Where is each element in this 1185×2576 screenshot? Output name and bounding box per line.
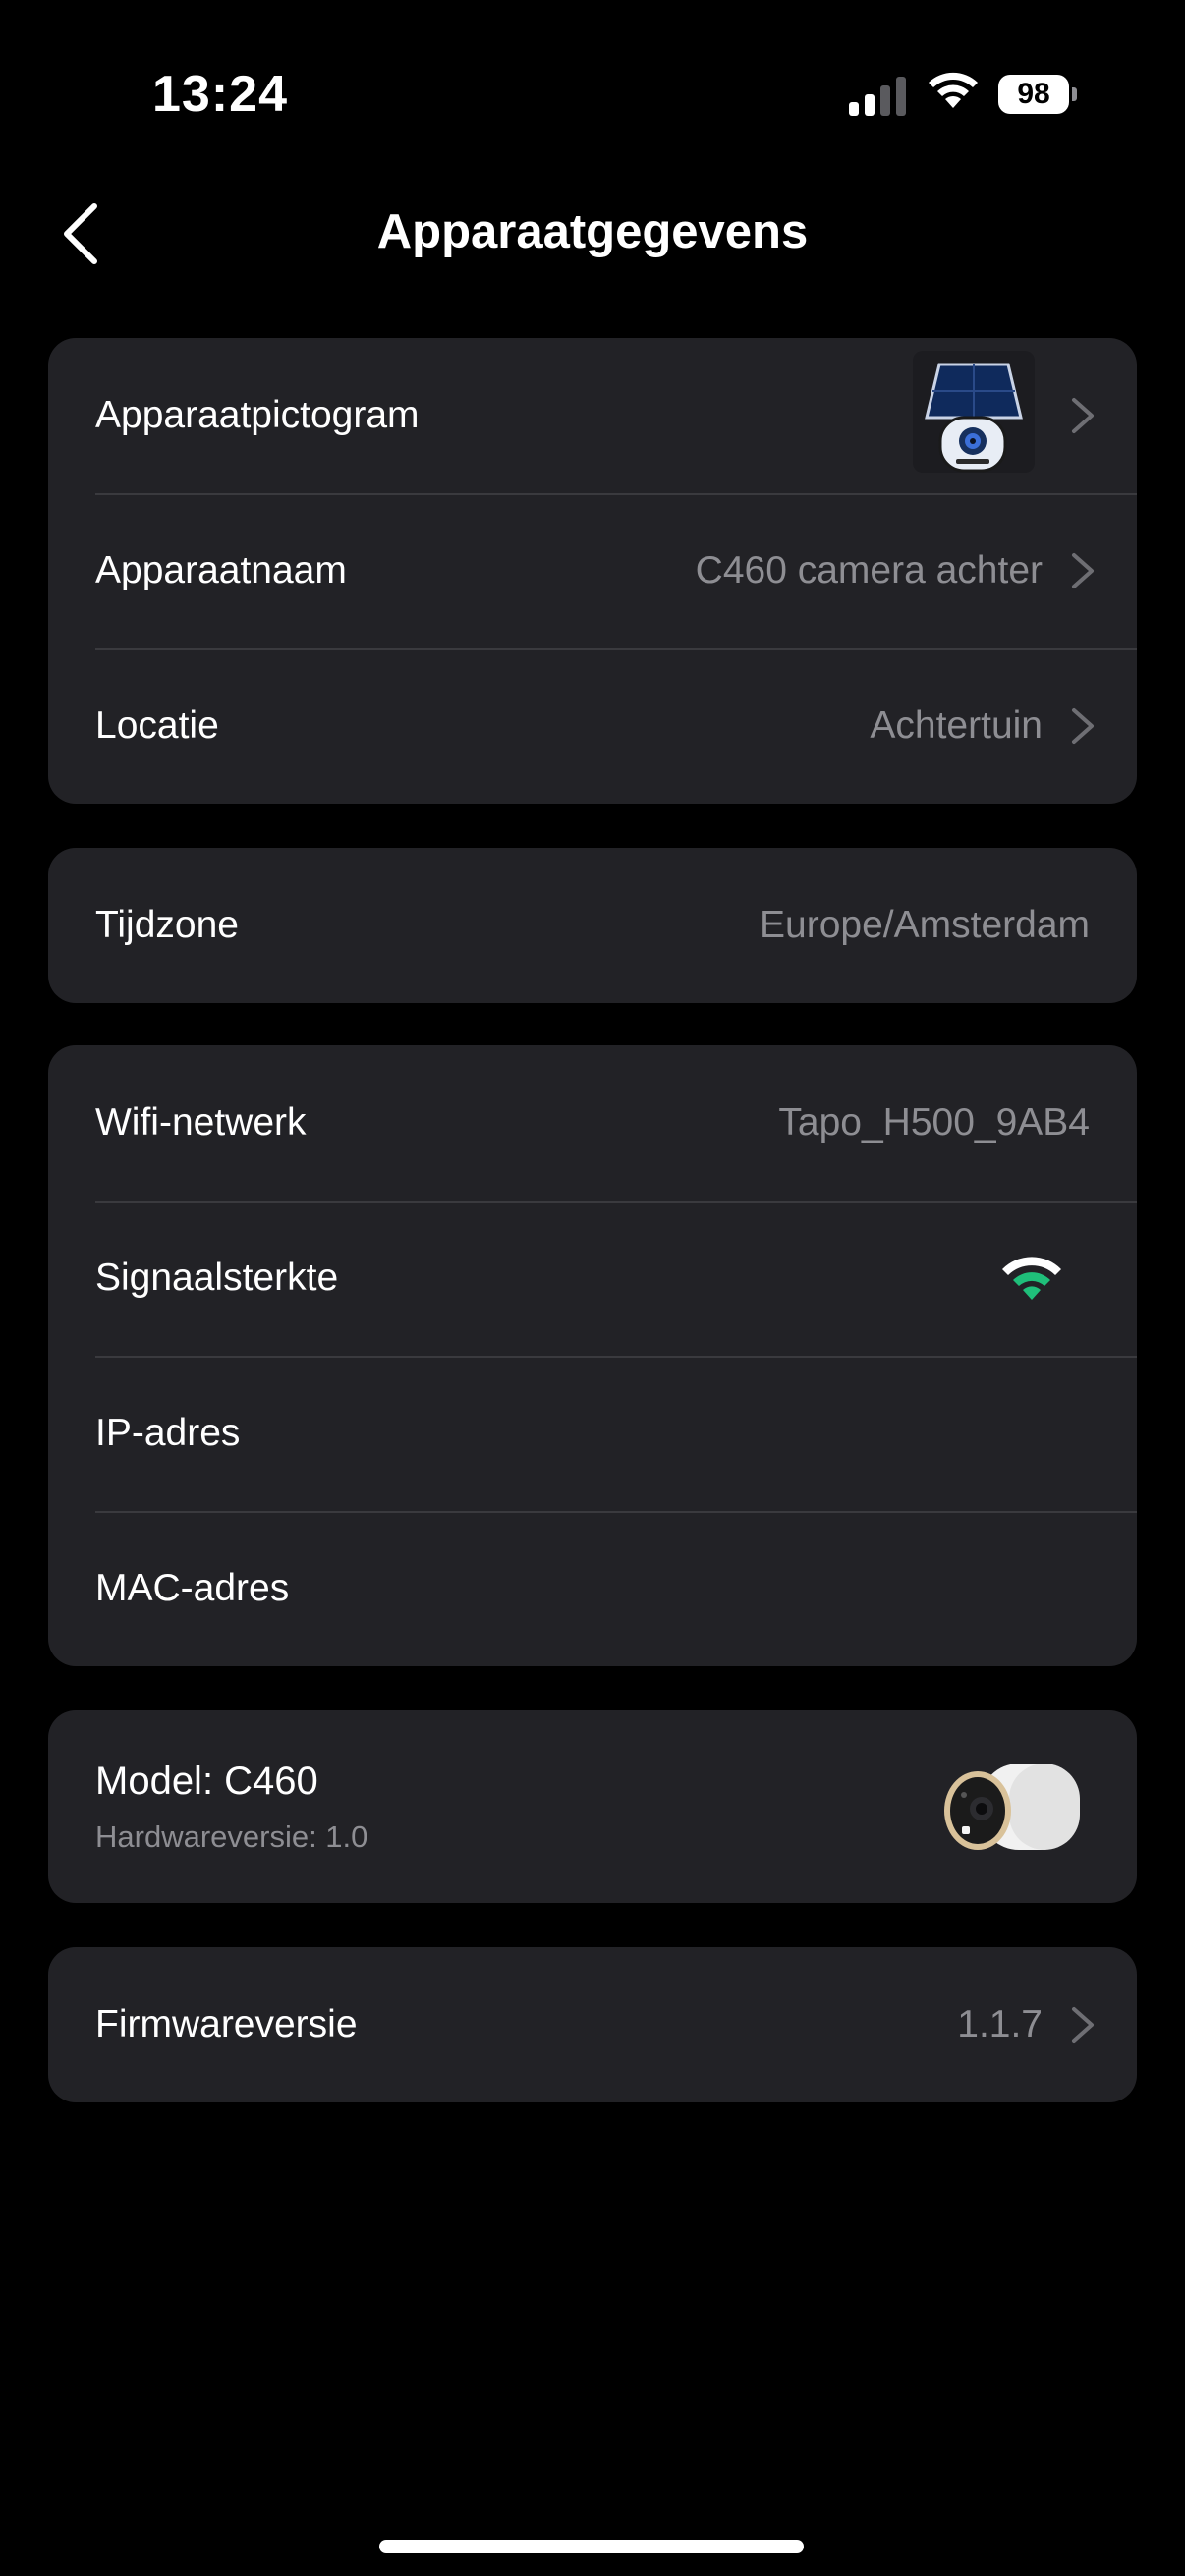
location-row[interactable]: Locatie Achtertuin (48, 648, 1137, 804)
device-name-row[interactable]: Apparaatnaam C460 camera achter (48, 493, 1137, 648)
mac-address-label: MAC-adres (95, 1567, 290, 1609)
camera-product-icon (944, 1764, 1080, 1850)
nav-bar: Apparaatgegevens (0, 187, 1185, 334)
battery-tip (1072, 87, 1077, 101)
status-bar: 13:24 98 (0, 0, 1185, 187)
mac-address-row: MAC-adres (48, 1511, 1137, 1666)
device-card: Apparaatpictogram Apparaatnaam C460 came… (48, 338, 1137, 804)
status-time: 13:24 (152, 66, 288, 123)
ip-address-row: IP-adres (48, 1356, 1137, 1511)
cell-signal-icon (849, 77, 906, 116)
firmware-row[interactable]: Firmwareversie 1.1.7 (48, 1947, 1137, 2102)
page-title: Apparaatgegevens (376, 205, 809, 258)
wifi-network-label: Wifi-netwerk (95, 1101, 307, 1144)
device-icon-row[interactable]: Apparaatpictogram (48, 338, 1137, 493)
chevron-right-icon (1072, 398, 1094, 433)
wifi-network-value: Tapo_H500_9AB4 (778, 1101, 1090, 1144)
location-value: Achtertuin (870, 704, 1043, 747)
timezone-label: Tijdzone (95, 904, 239, 946)
firmware-value: 1.1.7 (957, 2003, 1043, 2045)
wifi-signal-icon (1002, 1257, 1061, 1300)
device-thumbnail (905, 347, 1043, 484)
network-card: Wifi-netwerk Tapo_H500_9AB4 Signaalsterk… (48, 1045, 1137, 1666)
timezone-value: Europe/Amsterdam (760, 904, 1090, 946)
battery-icon: 98 (998, 75, 1079, 116)
firmware-label: Firmwareversie (95, 2003, 358, 2045)
timezone-row: Tijdzone Europe/Amsterdam (48, 848, 1137, 1003)
ip-address-label: IP-adres (95, 1412, 241, 1454)
signal-strength-label: Signaalsterkte (95, 1257, 339, 1299)
solar-camera-icon (913, 351, 1035, 473)
device-name-value: C460 camera achter (695, 549, 1043, 591)
timezone-card: Tijdzone Europe/Amsterdam (48, 848, 1137, 1003)
device-icon-label: Apparaatpictogram (95, 394, 420, 436)
chevron-right-icon (1072, 2007, 1094, 2043)
firmware-card: Firmwareversie 1.1.7 (48, 1947, 1137, 2102)
wifi-network-row: Wifi-netwerk Tapo_H500_9AB4 (48, 1045, 1137, 1201)
chevron-right-icon (1072, 553, 1094, 588)
model-text: Model: C460 Hardwareversie: 1.0 (95, 1760, 367, 1855)
location-label: Locatie (95, 704, 219, 747)
wifi-icon (929, 72, 978, 108)
hardware-version: Hardwareversie: 1.0 (95, 1819, 368, 1854)
signal-strength-row: Signaalsterkte (48, 1201, 1137, 1356)
model-title: Model: C460 (95, 1759, 318, 1803)
battery-level: 98 (998, 75, 1069, 114)
home-indicator[interactable] (379, 2540, 804, 2553)
model-row: Model: C460 Hardwareversie: 1.0 (48, 1710, 1137, 1903)
model-card: Model: C460 Hardwareversie: 1.0 (48, 1710, 1137, 1903)
device-name-label: Apparaatnaam (95, 549, 347, 591)
chevron-right-icon (1072, 708, 1094, 744)
